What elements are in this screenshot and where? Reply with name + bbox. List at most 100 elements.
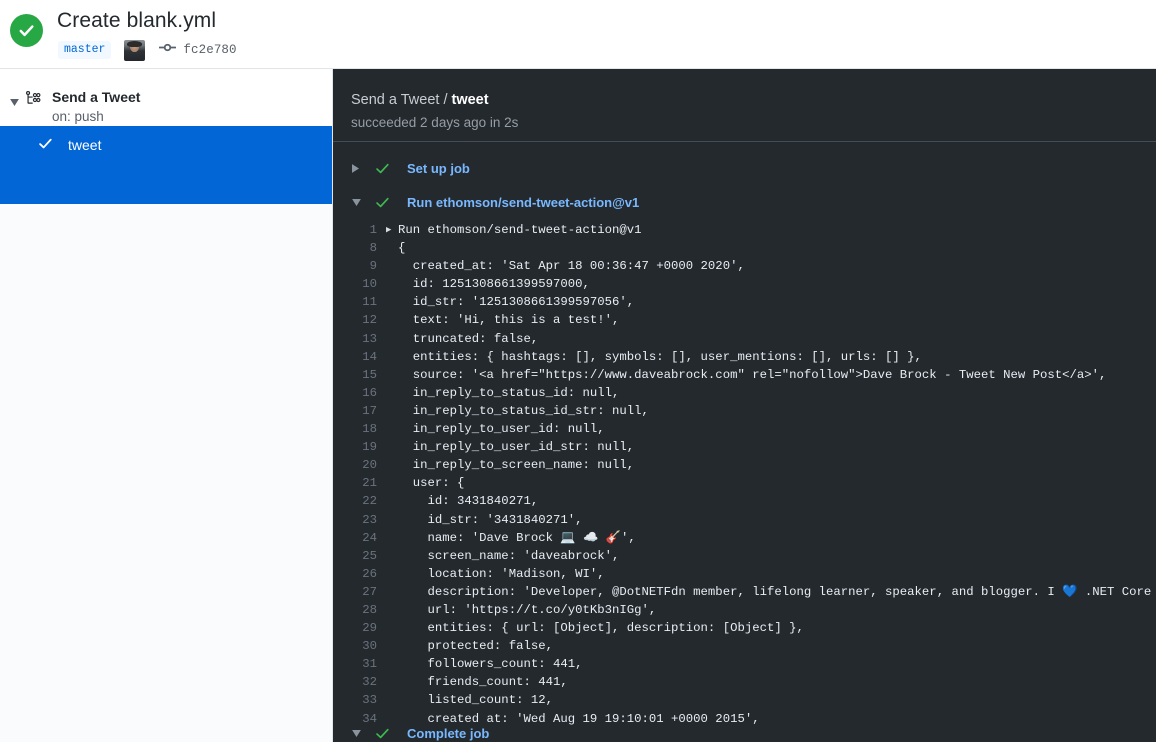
- sidebar-workflow-name: Send a Tweet: [52, 89, 141, 105]
- step-label: Run ethomson/send-tweet-action@v1: [407, 194, 640, 210]
- log-line-text: created_at: 'Sat Apr 18 00:36:47 +0000 2…: [398, 259, 745, 274]
- log-line-text: {: [398, 241, 406, 256]
- log-line-number: 14: [362, 349, 377, 364]
- log-line-number: 8: [369, 241, 377, 256]
- log-line-text: source: '<a href="https://www.daveabrock…: [398, 367, 1107, 382]
- log-line: 13 truncated: false,: [333, 330, 1156, 348]
- log-line-number: 23: [362, 512, 377, 527]
- log-line: 11 id_str: '1251308661399597056',: [333, 293, 1156, 311]
- log-line-text: friends_count: 441,: [398, 675, 568, 690]
- log-line-text: id_str: '3431840271',: [398, 512, 583, 527]
- log-line: 8{: [333, 239, 1156, 257]
- log-line-number: 33: [362, 693, 377, 708]
- log-line-number: 30: [362, 639, 377, 654]
- check-icon: [38, 136, 56, 156]
- sidebar-selection-bleed: [0, 165, 332, 204]
- run-header: Create blank.yml master fc2e780: [0, 0, 1156, 69]
- run-status-icon: [10, 14, 43, 47]
- log-line-text: screen_name: 'daveabrock',: [398, 548, 620, 563]
- log-line: 29 entities: { url: [Object], descriptio…: [333, 619, 1156, 637]
- log-line: 20 in_reply_to_screen_name: null,: [333, 456, 1156, 474]
- log-line-text: name: 'Dave Brock 💻 ☁️ 🎸',: [398, 530, 636, 545]
- log-line-number: 9: [369, 259, 377, 274]
- run-meta: master fc2e780: [58, 39, 237, 61]
- log-line: 17 in_reply_to_status_id_str: null,: [333, 402, 1156, 420]
- step-row-complete-job[interactable]: Complete job: [333, 716, 1156, 742]
- sidebar-item-label: tweet: [68, 137, 102, 153]
- log-line-text: in_reply_to_screen_name: null,: [398, 458, 635, 473]
- log-line-number: 27: [362, 584, 377, 599]
- avatar[interactable]: [124, 39, 146, 61]
- log-line-text: id: 3431840271,: [398, 494, 539, 509]
- log-line-text: text: 'Hi, this is a test!',: [398, 313, 620, 328]
- chevron-down-icon[interactable]: [352, 198, 364, 206]
- log-line: 10 id: 1251308661399597000,: [333, 275, 1156, 293]
- log-line-number: 16: [362, 385, 377, 400]
- breadcrumb-current: tweet: [451, 92, 489, 108]
- workflow-graph-icon: [24, 89, 44, 112]
- breadcrumb-parent[interactable]: Send a Tweet: [351, 92, 439, 108]
- log-line: 19 in_reply_to_user_id_str: null,: [333, 438, 1156, 456]
- log-line: 15 source: '<a href="https://www.daveabr…: [333, 366, 1156, 384]
- chevron-right-icon[interactable]: [352, 163, 364, 173]
- log-line-number: 29: [362, 621, 377, 636]
- sidebar-background: [0, 165, 332, 742]
- check-icon: [375, 726, 393, 741]
- log-line: 21 user: {: [333, 474, 1156, 492]
- sidebar-workflow-row[interactable]: Send a Tweet on: push: [0, 69, 332, 126]
- log-line-text: description: 'Developer, @DotNETFdn memb…: [427, 584, 1152, 599]
- log-line-number: 13: [362, 331, 377, 346]
- log-line-text: id: 1251308661399597000,: [398, 277, 590, 292]
- log-line-text: in_reply_to_status_id_str: null,: [398, 403, 649, 418]
- log-line: 31 followers_count: 441,: [333, 655, 1156, 673]
- commit-icon: [159, 39, 177, 61]
- log-line-text: ▶ Run ethomson/send-tweet-action@v1: [386, 221, 642, 239]
- log-line-text: user: {: [398, 476, 465, 491]
- chevron-down-icon[interactable]: [6, 89, 22, 111]
- log-line-text: in_reply_to_user_id_str: null,: [398, 440, 635, 455]
- step-row-set-up-job[interactable]: Set up job: [333, 151, 1156, 185]
- sidebar-workflow-text: Send a Tweet on: push: [52, 89, 140, 126]
- log-line-text: in_reply_to_user_id: null,: [398, 422, 605, 437]
- log-line-number: 28: [362, 602, 377, 617]
- chevron-down-icon[interactable]: [352, 729, 364, 737]
- log-line: 22 id: 3431840271,: [333, 492, 1156, 510]
- log-line-text: url: 'https://t.co/y0tKb3nIGg',: [398, 602, 657, 617]
- log-line-text: location: 'Madison, WI',: [398, 566, 605, 581]
- log-line: 28 url: 'https://t.co/y0tKb3nIGg',: [333, 601, 1156, 619]
- commit-link[interactable]: fc2e780: [159, 39, 237, 61]
- log-line: 23 id_str: '3431840271',: [333, 511, 1156, 529]
- chevron-right-icon[interactable]: ▶: [386, 221, 398, 239]
- log-line-text: in_reply_to_status_id: null,: [398, 385, 620, 400]
- log-line: 24 name: 'Dave Brock 💻 ☁️ 🎸',: [333, 529, 1156, 547]
- log-line-text: entities: { hashtags: [], symbols: [], u…: [398, 349, 922, 364]
- check-icon: [375, 195, 393, 210]
- log-line-text: id_str: '1251308661399597056',: [398, 295, 635, 310]
- breadcrumb-separator: /: [439, 92, 452, 108]
- log-line-number: 1: [369, 223, 377, 237]
- log-line-number: 22: [362, 494, 377, 509]
- log-line-number: 24: [362, 530, 377, 545]
- step-label: Complete job: [407, 725, 490, 741]
- log-line: 16 in_reply_to_status_id: null,: [333, 384, 1156, 402]
- log-line-text: listed_count: 12,: [398, 693, 553, 708]
- log-line-number: 20: [362, 458, 377, 473]
- log-header: Send a Tweet / tweet succeeded 2 days ag…: [333, 69, 1156, 142]
- log-line: 12 text: 'Hi, this is a test!',: [333, 311, 1156, 329]
- log-line-number: 18: [362, 422, 377, 437]
- step-row-run-send-tweet-action[interactable]: Run ethomson/send-tweet-action@v1: [333, 185, 1156, 219]
- log-line: 27 description: 'Developer, @DotNETFdn m…: [333, 583, 1156, 601]
- commit-sha: fc2e780: [183, 43, 237, 57]
- log-line-number: 12: [362, 313, 377, 328]
- sidebar: Send a Tweet on: push tweet: [0, 69, 333, 742]
- log-line-text: protected: false,: [398, 639, 553, 654]
- log-output: 1 ▶ Run ethomson/send-tweet-action@v1 8{9 c…: [333, 219, 1156, 728]
- log-line: 9 created_at: 'Sat Apr 18 00:36:47 +0000…: [333, 257, 1156, 275]
- log-line-number: 11: [362, 295, 377, 310]
- log-line-text: followers_count: 441,: [398, 657, 583, 672]
- branch-badge[interactable]: master: [58, 41, 112, 59]
- log-line: 25 screen_name: 'daveabrock',: [333, 547, 1156, 565]
- log-line-number: 21: [362, 476, 377, 491]
- sidebar-item-tweet[interactable]: tweet: [0, 126, 332, 165]
- log-panel: Send a Tweet / tweet succeeded 2 days ag…: [333, 69, 1156, 742]
